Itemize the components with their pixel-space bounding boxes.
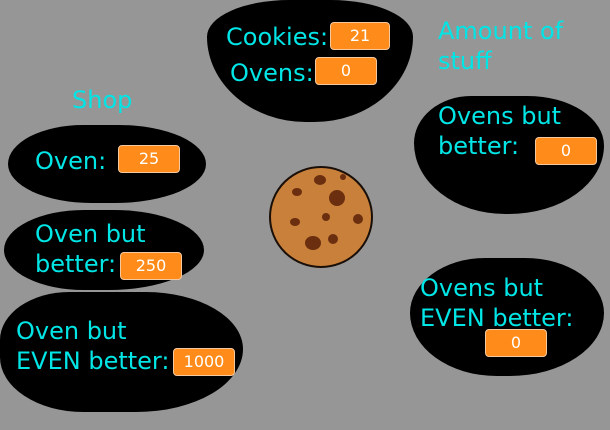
cookie-icon [269,166,373,268]
ovens-even-better-label: Ovens but EVEN better: [420,274,574,332]
shop-oven-better-price[interactable]: 250 [120,252,182,280]
cookies-label: Cookies: [226,23,329,51]
cookie-button[interactable] [268,165,374,269]
ovens-label: Ovens: [230,59,314,87]
ovens-even-better-count: 0 [485,329,547,357]
shop-oven-label: Oven: [35,147,107,175]
game-stage: Cookies: 21 Ovens: 0 Amount of stuff Sho… [0,0,610,430]
ovens-better-count: 0 [535,137,597,165]
shop-oven-price[interactable]: 25 [118,145,180,173]
shop-heading: Shop [72,86,133,114]
cookies-count: 21 [330,22,390,50]
amount-of-stuff-heading: Amount of stuff [438,17,564,75]
shop-oven-even-better-price[interactable]: 1000 [173,348,235,376]
ovens-count: 0 [315,57,377,85]
shop-oven-even-better-label: Oven but EVEN better: [16,317,170,375]
